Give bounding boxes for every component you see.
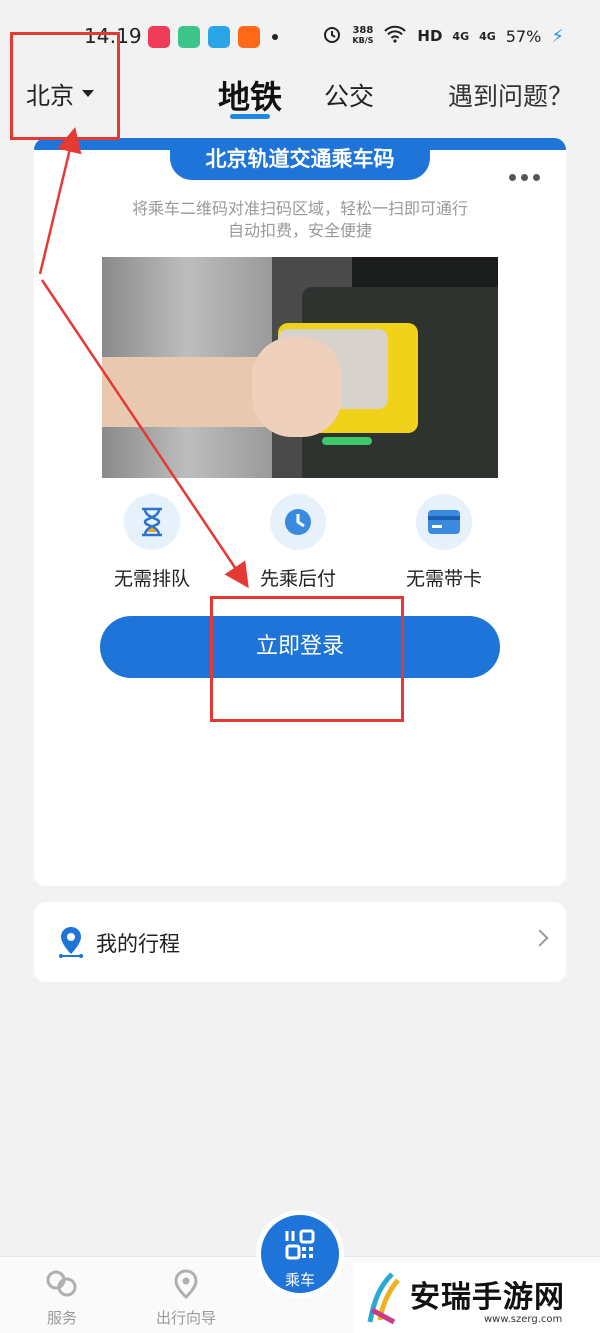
annotation-arrows [38,127,249,589]
watermark-url: www.szerg.com [484,1314,563,1325]
watermark-logo-icon [367,1272,400,1325]
watermark-text: 安瑞手游网 [410,1280,565,1315]
site-watermark: 安瑞手游网 www.szerg.com [354,1262,600,1333]
